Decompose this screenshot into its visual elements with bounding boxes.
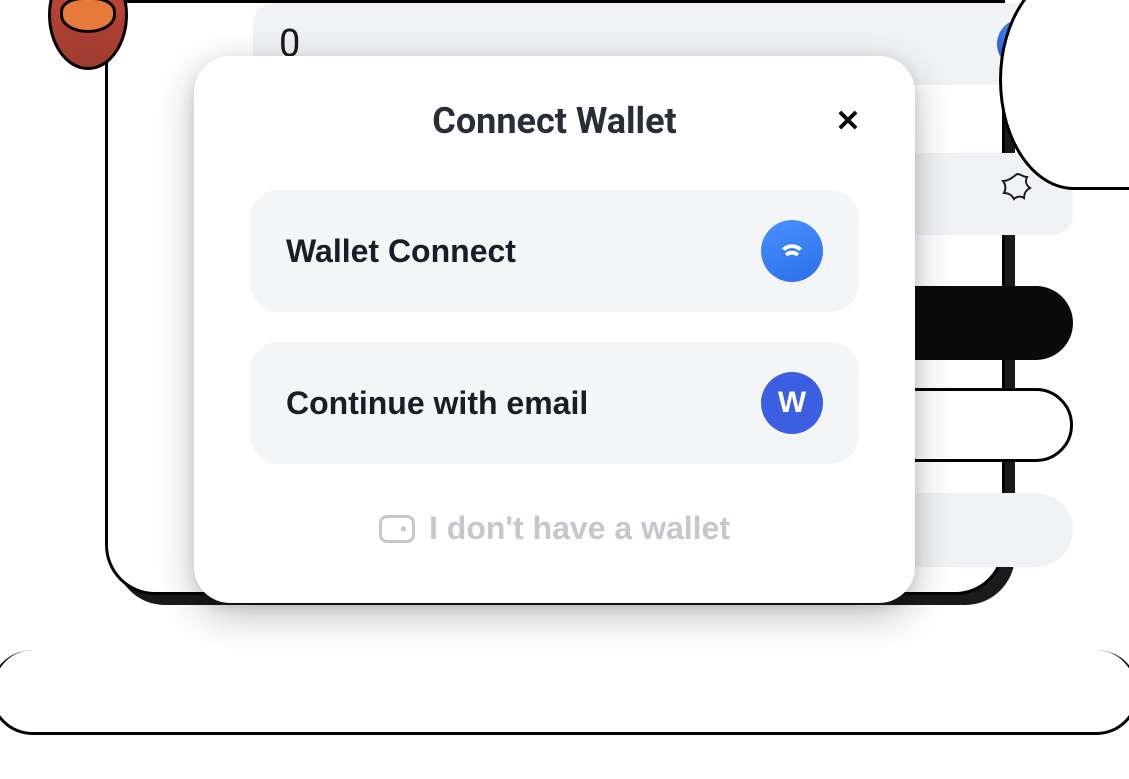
option-label: Continue with email: [286, 385, 588, 422]
wallet-connect-option[interactable]: Wallet Connect: [250, 190, 859, 312]
close-button[interactable]: ✕: [831, 104, 865, 138]
wallet-icon: [379, 515, 415, 543]
email-wallet-icon: W: [761, 372, 823, 434]
close-icon: ✕: [835, 104, 860, 139]
option-label: Wallet Connect: [286, 233, 516, 270]
walletconnect-icon: [761, 220, 823, 282]
modal-header: Connect Wallet ✕: [250, 100, 859, 142]
modal-title: Connect Wallet: [432, 100, 676, 142]
background-curve: [0, 650, 1129, 735]
no-wallet-label: I don't have a wallet: [429, 510, 730, 547]
email-option[interactable]: Continue with email W: [250, 342, 859, 464]
no-wallet-button[interactable]: I don't have a wallet: [250, 494, 859, 547]
connect-wallet-modal: Connect Wallet ✕ Wallet Connect Continue…: [194, 56, 915, 603]
